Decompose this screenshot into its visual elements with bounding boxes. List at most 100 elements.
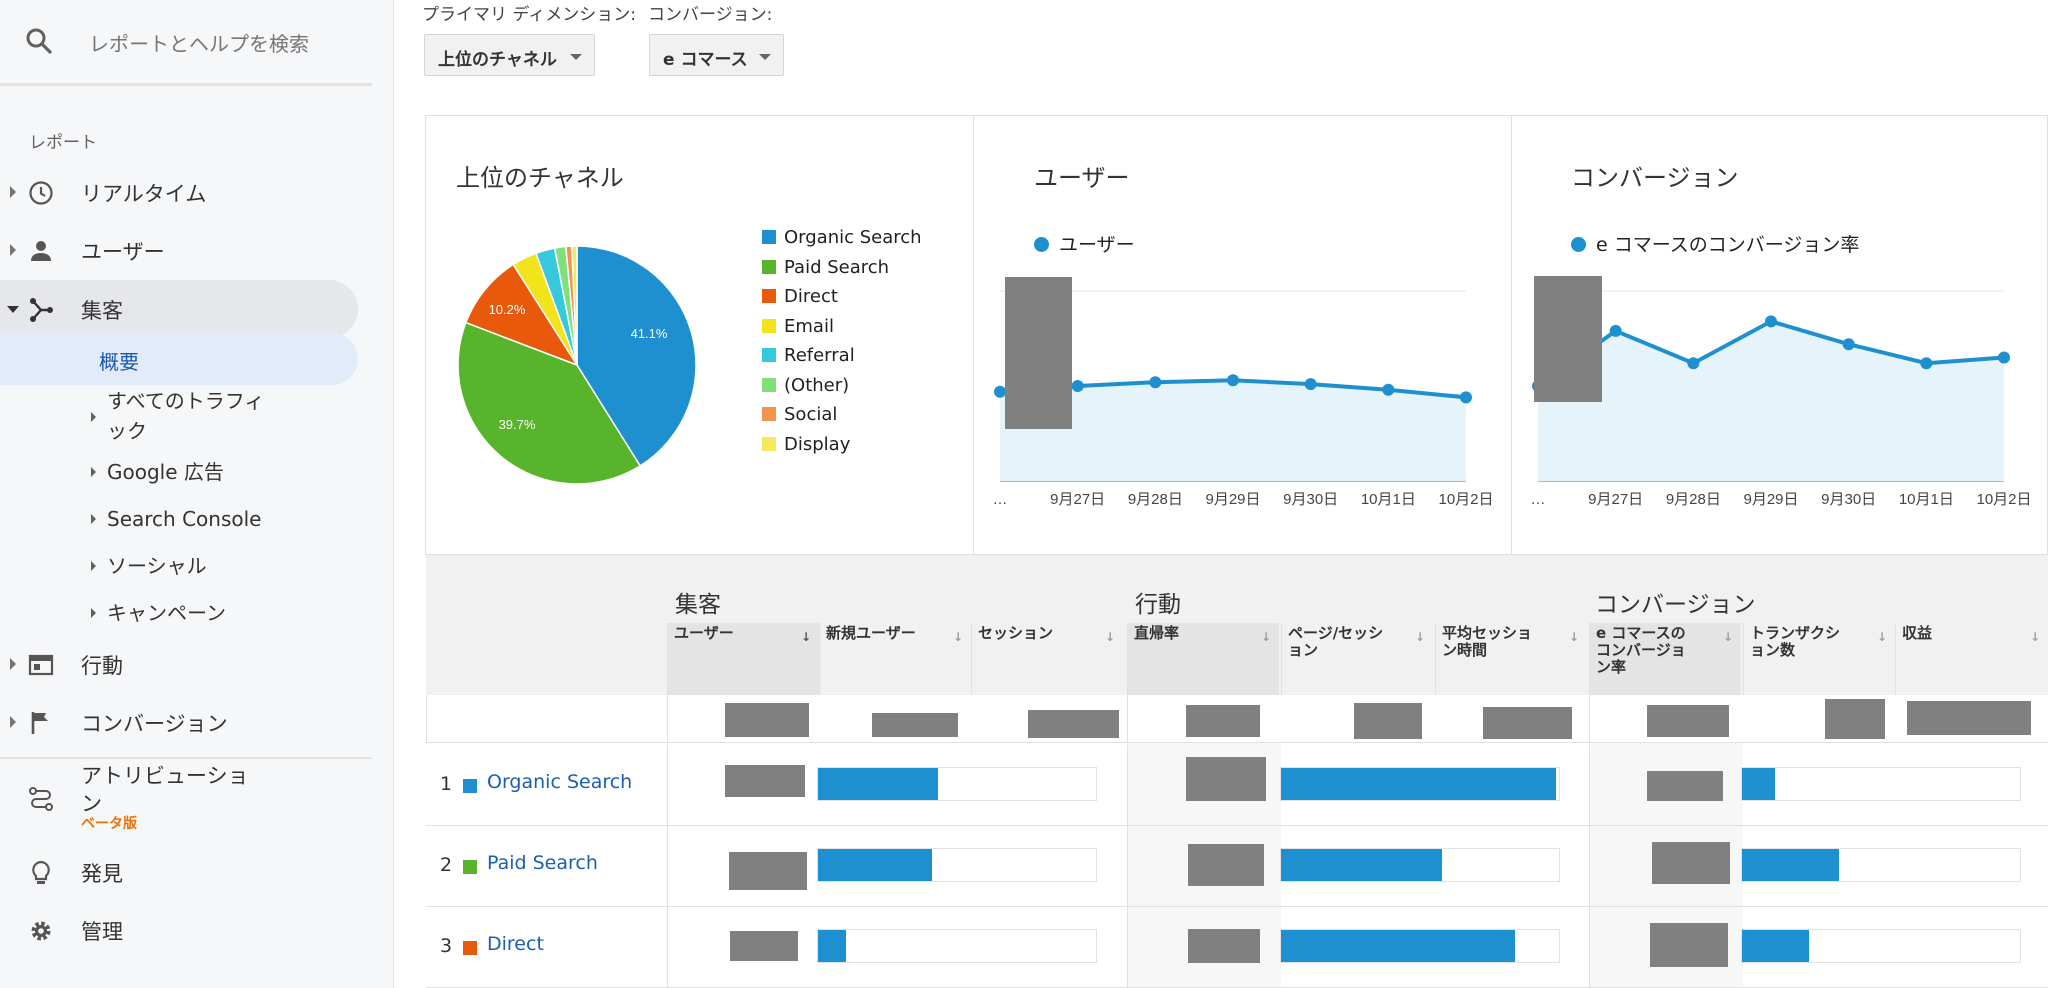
data-point[interactable] — [1460, 391, 1472, 404]
col-trans-label-2: ョン数 — [1750, 641, 1796, 659]
data-point[interactable] — [1149, 376, 1162, 389]
col-ecommerce-rate[interactable]: e コマースの コンバージョ ン率 ↓ — [1589, 623, 1741, 695]
table-header: 集客 行動 コンバージョン ユーザー ↓ 新規ユーザー ↓ セッション ↓ 直帰率 ↓ … — [426, 555, 2048, 695]
x-tick-label: 9月29日 — [1743, 491, 1798, 508]
data-point[interactable] — [1304, 378, 1317, 391]
col-transactions[interactable]: トランザクシ ョン数 ↓ — [1743, 623, 1895, 695]
x-tick-label: 9月27日 — [1050, 491, 1105, 508]
channel-link[interactable]: Organic Search — [487, 771, 632, 793]
x-tick-label: 9月30日 — [1821, 491, 1876, 508]
nav-users-label: ユーザー — [81, 240, 165, 264]
col-pages-label-1: ページ/セッシ — [1288, 624, 1384, 642]
data-point[interactable] — [1920, 357, 1933, 370]
conversions-panel: コンバージョン e コマースのコンバージョン率 … 9月27日 9月28日 9月29日… — [1511, 115, 2048, 555]
redacted-total — [1354, 703, 1422, 739]
nav-discover[interactable]: 発見 — [0, 843, 358, 901]
data-point[interactable] — [1609, 324, 1622, 337]
data-point[interactable] — [1998, 351, 2010, 364]
nav-realtime[interactable]: リアルタイム — [0, 163, 358, 221]
sort-icon: ↓ — [1722, 630, 1733, 644]
sort-icon: ↓ — [1568, 630, 1579, 644]
legend-label: Organic Search — [784, 227, 922, 248]
data-point[interactable] — [1382, 383, 1395, 396]
nav-google-ads[interactable]: Google 広告 — [0, 455, 358, 491]
new-users-bar-fill — [818, 930, 846, 962]
redacted-total — [1028, 710, 1119, 738]
data-point[interactable] — [1765, 315, 1777, 328]
conversions-series-label: e コマースのコンバージョン率 — [1596, 234, 1860, 256]
x-tick-label: … — [1531, 491, 1546, 508]
redacted-cell — [1650, 923, 1728, 967]
nav-search-console[interactable]: Search Console — [0, 502, 358, 538]
nav-acquisition-overview[interactable]: 概要 — [0, 333, 358, 385]
data-point[interactable] — [1687, 357, 1700, 370]
conversion-dropdown[interactable]: e コマース — [649, 34, 784, 76]
channel-link[interactable]: Direct — [487, 933, 544, 955]
col-avg-label-1: 平均セッショ — [1442, 624, 1533, 642]
new-users-bar — [817, 848, 1097, 882]
nav-admin[interactable]: 管理 — [0, 901, 358, 959]
group-behavior: 行動 — [1135, 592, 1181, 618]
nav-acquisition[interactable]: 集客 — [0, 280, 358, 338]
pie-chart[interactable]: 41.1% 39.7% 10.2% — [456, 244, 698, 486]
redacted-total — [1825, 699, 1885, 739]
channel-link[interactable]: Paid Search — [487, 852, 598, 874]
search-icon — [26, 28, 53, 55]
nav-conversions[interactable]: コンバージョン — [0, 693, 358, 751]
person-icon — [31, 241, 51, 261]
data-point[interactable] — [1071, 380, 1084, 392]
col-sessions-label: セッション — [978, 624, 1054, 642]
col-revenue[interactable]: 収益 ↓ — [1895, 623, 2048, 695]
nav-all-traffic[interactable]: すべてのトラフィ ック — [0, 386, 358, 446]
x-tick-label: 9月30日 — [1283, 491, 1338, 508]
col-users[interactable]: ユーザー ↓ — [667, 623, 819, 695]
primary-dimension-dropdown[interactable]: 上位のチャネル — [424, 34, 595, 76]
redacted-cell — [1647, 771, 1723, 801]
transactions-bar-fill — [1742, 849, 1840, 881]
new-users-bar — [817, 929, 1097, 963]
data-point[interactable] — [1842, 338, 1855, 351]
channels-panel: 上位のチャネル 41.1% 39.7% 10.2% Organic Search Pa… — [425, 115, 974, 555]
sort-desc-icon: ↓ — [800, 630, 811, 644]
legend-label: Display — [784, 433, 851, 455]
nav-social-label: ソーシャル — [107, 554, 207, 578]
legend-swatch — [762, 436, 776, 451]
col-pages-per-session[interactable]: ページ/セッシ ョン ↓ — [1281, 623, 1433, 695]
users-series-label: ユーザー — [1059, 234, 1135, 256]
sort-icon: ↓ — [2029, 630, 2040, 644]
transactions-bar — [1741, 848, 2021, 882]
col-bounce-rate[interactable]: 直帰率 ↓ — [1127, 623, 1279, 695]
nav-acquisition-label: 集客 — [81, 299, 123, 323]
nav-users[interactable]: ユーザー — [0, 221, 358, 279]
nav-campaigns[interactable]: キャンペーン — [0, 596, 358, 632]
group-conversions: コンバージョン — [1595, 592, 1756, 618]
new-users-bar-fill — [818, 849, 932, 881]
pages-per-session-bar-fill — [1281, 930, 1515, 962]
search-bar[interactable]: レポートとヘルプを検索 — [0, 0, 372, 86]
legend-item: Direct — [762, 286, 838, 307]
conversions-series-legend: e コマースのコンバージョン率 — [1571, 230, 1859, 257]
nav-behavior[interactable]: 行動 — [0, 635, 358, 693]
new-users-bar — [817, 767, 1097, 801]
col-avg-session-duration[interactable]: 平均セッショ ン時間 ↓ — [1435, 623, 1587, 695]
legend-item: Social — [762, 404, 837, 425]
nav-search-console-label: Search Console — [107, 507, 262, 531]
nav-attribution[interactable]: アトリビューショ ン — [0, 760, 358, 832]
nav-social[interactable]: ソーシャル — [0, 549, 358, 585]
sort-icon: ↓ — [1260, 630, 1271, 644]
x-tick-label: 10月1日 — [1361, 491, 1416, 508]
search-input[interactable]: レポートとヘルプを検索 — [89, 28, 309, 57]
col-new-users[interactable]: 新規ユーザー ↓ — [819, 623, 971, 695]
redacted-block — [1005, 277, 1072, 429]
x-tick-label: 10月1日 — [1899, 491, 1954, 508]
conversion-value: e コマース — [663, 50, 748, 70]
pages-per-session-bar-fill — [1281, 768, 1557, 800]
data-point[interactable] — [1227, 374, 1239, 387]
redacted-cell — [1188, 929, 1260, 963]
users-series-legend: ユーザー — [1034, 230, 1135, 257]
legend-label: Direct — [784, 286, 838, 307]
legend-swatch — [762, 230, 776, 244]
legend-item: Paid Search — [762, 257, 889, 278]
col-sessions[interactable]: セッション ↓ — [971, 623, 1123, 695]
acquisition-icon — [30, 298, 53, 322]
